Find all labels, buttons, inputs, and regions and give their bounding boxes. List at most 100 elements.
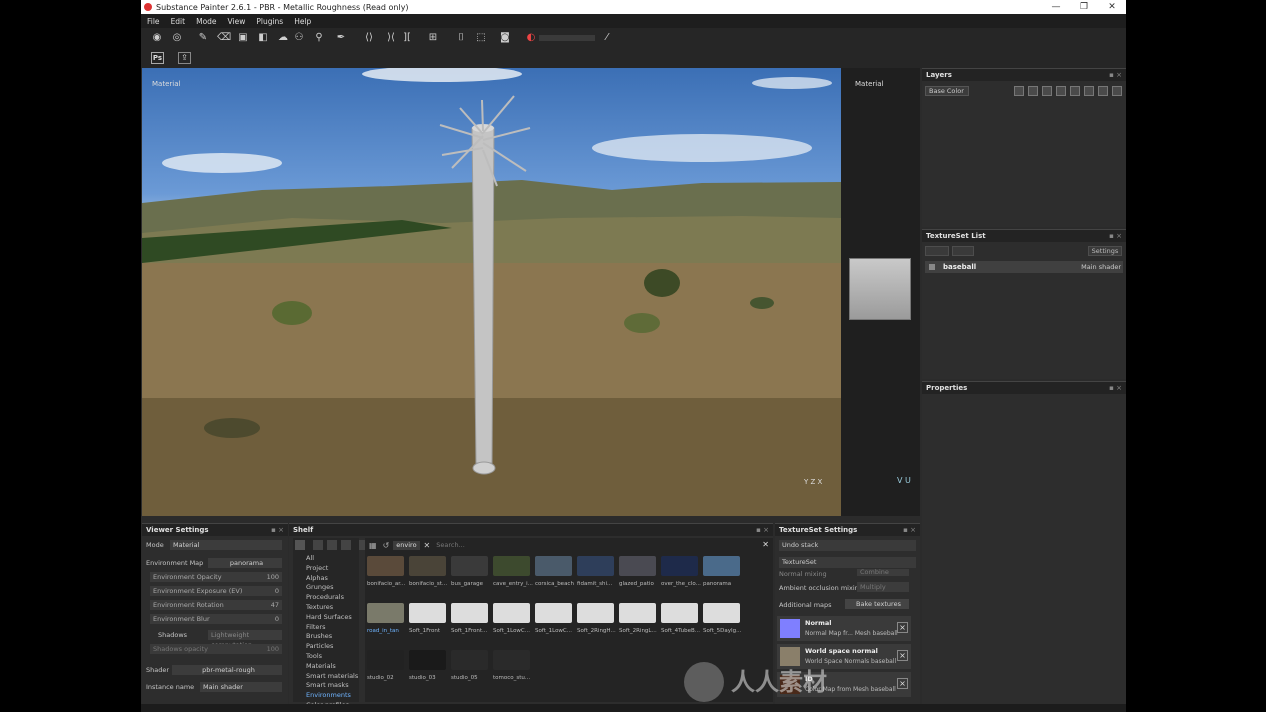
category-tools[interactable]: Tools bbox=[293, 652, 359, 662]
category-all[interactable]: All bbox=[293, 554, 359, 564]
search-input[interactable]: Search... bbox=[436, 541, 465, 549]
filter-icon[interactable]: ▦ bbox=[369, 541, 377, 550]
shelf-item[interactable]: Soft_2RingH... bbox=[577, 603, 616, 638]
shelf-item[interactable]: cave_entry_i... bbox=[493, 556, 533, 591]
dock-options-icon[interactable]: ▪ × bbox=[903, 524, 916, 536]
filter-chip[interactable]: enviro bbox=[393, 540, 420, 550]
share-icon[interactable]: ⇪ bbox=[178, 52, 191, 64]
clone-icon[interactable]: ⚇ bbox=[293, 32, 305, 44]
additional-map-row[interactable]: Normal Normal Map fr... Mesh baseball × bbox=[777, 616, 911, 641]
shelf-item[interactable]: Soft_1Front bbox=[409, 603, 448, 638]
camera-icon[interactable]: ⌷ bbox=[455, 32, 467, 44]
duplicate-layer-icon[interactable] bbox=[1098, 86, 1108, 96]
shelf-item[interactable]: tomoco_stu... bbox=[493, 650, 532, 685]
category-textures[interactable]: Textures bbox=[293, 603, 359, 613]
bracket-icon[interactable]: ][ bbox=[401, 32, 413, 44]
dock-options-icon[interactable]: ▪ × bbox=[271, 524, 284, 536]
add-effect-icon[interactable] bbox=[1028, 86, 1038, 96]
env-rotation-slider[interactable]: Environment Rotation 47 bbox=[150, 600, 282, 610]
dock-options-icon[interactable]: ▪ × bbox=[756, 524, 769, 536]
add-mask-icon[interactable] bbox=[1014, 86, 1024, 96]
visibility-checkbox[interactable] bbox=[929, 264, 935, 270]
dock-options-icon[interactable]: ▪ × bbox=[1109, 230, 1122, 242]
shadows-mode-dropdown[interactable]: Lightweight computation bbox=[208, 630, 282, 649]
new-folder-icon[interactable] bbox=[313, 540, 323, 550]
paint-mode-icon[interactable]: ◉ bbox=[151, 32, 163, 44]
close-filter-icon[interactable]: ✕ bbox=[762, 540, 769, 549]
add-layer-icon[interactable] bbox=[1084, 86, 1094, 96]
shelf-item[interactable]: Soft_4TubeB... bbox=[661, 603, 700, 638]
bake-textures-button[interactable]: Bake textures bbox=[845, 599, 909, 609]
category-filters[interactable]: Filters bbox=[293, 623, 359, 633]
cube-icon[interactable]: ⬚ bbox=[475, 32, 487, 44]
shelf-item[interactable]: Soft_2RingL... bbox=[619, 603, 658, 638]
photoshop-export-button[interactable]: Ps bbox=[151, 52, 164, 64]
shelf-item[interactable]: studio_05 bbox=[451, 650, 490, 685]
undo-stack-button[interactable]: Undo stack bbox=[779, 540, 916, 551]
3d-viewport[interactable]: Material Y Z X bbox=[142, 68, 841, 516]
shelf-item[interactable]: bus_garage bbox=[451, 556, 490, 591]
close-button[interactable]: ✕ bbox=[1098, 0, 1126, 14]
expand-button[interactable] bbox=[952, 246, 974, 256]
collapse-button[interactable] bbox=[925, 246, 949, 256]
category-brushes[interactable]: Brushes bbox=[293, 632, 359, 642]
projection-icon[interactable]: ▣ bbox=[237, 32, 249, 44]
shadows-checkbox[interactable]: Shadows bbox=[146, 630, 187, 640]
ao-mixing-dropdown[interactable]: Multiply bbox=[857, 582, 909, 592]
shelf-item[interactable]: studio_03 bbox=[409, 650, 448, 685]
brush-icon[interactable]: ✎ bbox=[197, 32, 209, 44]
textureset-shader[interactable]: Main shader bbox=[1081, 263, 1121, 271]
channel-dropdown[interactable]: Base Color bbox=[925, 86, 969, 96]
category-alphas[interactable]: Alphas bbox=[293, 574, 359, 584]
menu-file[interactable]: File bbox=[147, 17, 160, 26]
shelf-item[interactable]: over_the_clo... bbox=[661, 556, 701, 591]
category-project[interactable]: Project bbox=[293, 564, 359, 574]
shelf-item[interactable]: glazed_patio bbox=[619, 556, 658, 591]
env-blur-slider[interactable]: Environment Blur 0 bbox=[150, 614, 282, 624]
shelf-item[interactable]: studio_02 bbox=[367, 650, 406, 685]
restore-button[interactable]: ❐ bbox=[1070, 0, 1098, 14]
eraser-icon[interactable]: ⌫ bbox=[217, 32, 231, 44]
minimize-button[interactable]: — bbox=[1042, 0, 1070, 14]
shader-dropdown[interactable]: pbr-metal-rough bbox=[172, 665, 282, 675]
add-fill-layer-icon[interactable] bbox=[1070, 86, 1080, 96]
shelf-item[interactable]: Soft_1LowC... bbox=[493, 603, 532, 638]
delete-layer-icon[interactable] bbox=[1112, 86, 1122, 96]
shelf-item[interactable]: road_in_tan bbox=[367, 603, 406, 638]
category-smart-materials[interactable]: Smart materials bbox=[293, 672, 359, 682]
category-hard-surfaces[interactable]: Hard Surfaces bbox=[293, 613, 359, 623]
menu-mode[interactable]: Mode bbox=[196, 17, 216, 26]
mode-dropdown[interactable]: Material bbox=[170, 540, 282, 550]
reset-icon[interactable]: ↺ bbox=[383, 541, 390, 550]
dock-options-icon[interactable]: ▪ × bbox=[1109, 69, 1122, 81]
menu-view[interactable]: View bbox=[228, 17, 246, 26]
symmetry-icon[interactable]: ⟨⟩ bbox=[363, 32, 375, 44]
shelf-item[interactable]: bonifacio_ar... bbox=[367, 556, 406, 591]
eyedropper-icon[interactable]: ⁄ bbox=[601, 32, 613, 44]
env-map-selector[interactable]: panorama bbox=[208, 558, 282, 568]
category-smart-masks[interactable]: Smart masks bbox=[293, 681, 359, 691]
normal-mixing-dropdown[interactable]: Combine bbox=[857, 569, 909, 576]
record-icon[interactable]: ◐ bbox=[525, 32, 537, 44]
mirror-icon[interactable]: ⟩⟨ bbox=[385, 32, 397, 44]
viewport-layout-icon[interactable]: ⊞ bbox=[427, 32, 439, 44]
category-grunges[interactable]: Grunges bbox=[293, 583, 359, 593]
import-icon[interactable] bbox=[327, 540, 337, 550]
env-opacity-slider[interactable]: Environment Opacity 100 bbox=[150, 572, 282, 582]
settings-button[interactable]: Settings bbox=[1088, 246, 1122, 256]
menu-help[interactable]: Help bbox=[294, 17, 311, 26]
dock-options-icon[interactable]: ▪ × bbox=[1109, 382, 1122, 394]
shelf-item[interactable]: bonifacio_st... bbox=[409, 556, 448, 591]
add-folder-icon[interactable] bbox=[1056, 86, 1066, 96]
screenshot-icon[interactable]: ◙ bbox=[499, 32, 511, 44]
brush-layer-icon[interactable] bbox=[1042, 86, 1052, 96]
category-environments[interactable]: Environments bbox=[293, 691, 359, 701]
shelf-item[interactable]: panorama bbox=[703, 556, 742, 591]
remove-map-icon[interactable]: × bbox=[897, 678, 908, 689]
shadows-opacity-slider[interactable]: Shadows opacity 100 bbox=[150, 644, 282, 654]
2d-viewport[interactable]: Material V U bbox=[841, 68, 920, 516]
list-icon[interactable] bbox=[341, 540, 351, 550]
category-particles[interactable]: Particles bbox=[293, 642, 359, 652]
remove-map-icon[interactable]: × bbox=[897, 650, 908, 661]
material-picker-icon[interactable]: ⚲ bbox=[313, 32, 325, 44]
